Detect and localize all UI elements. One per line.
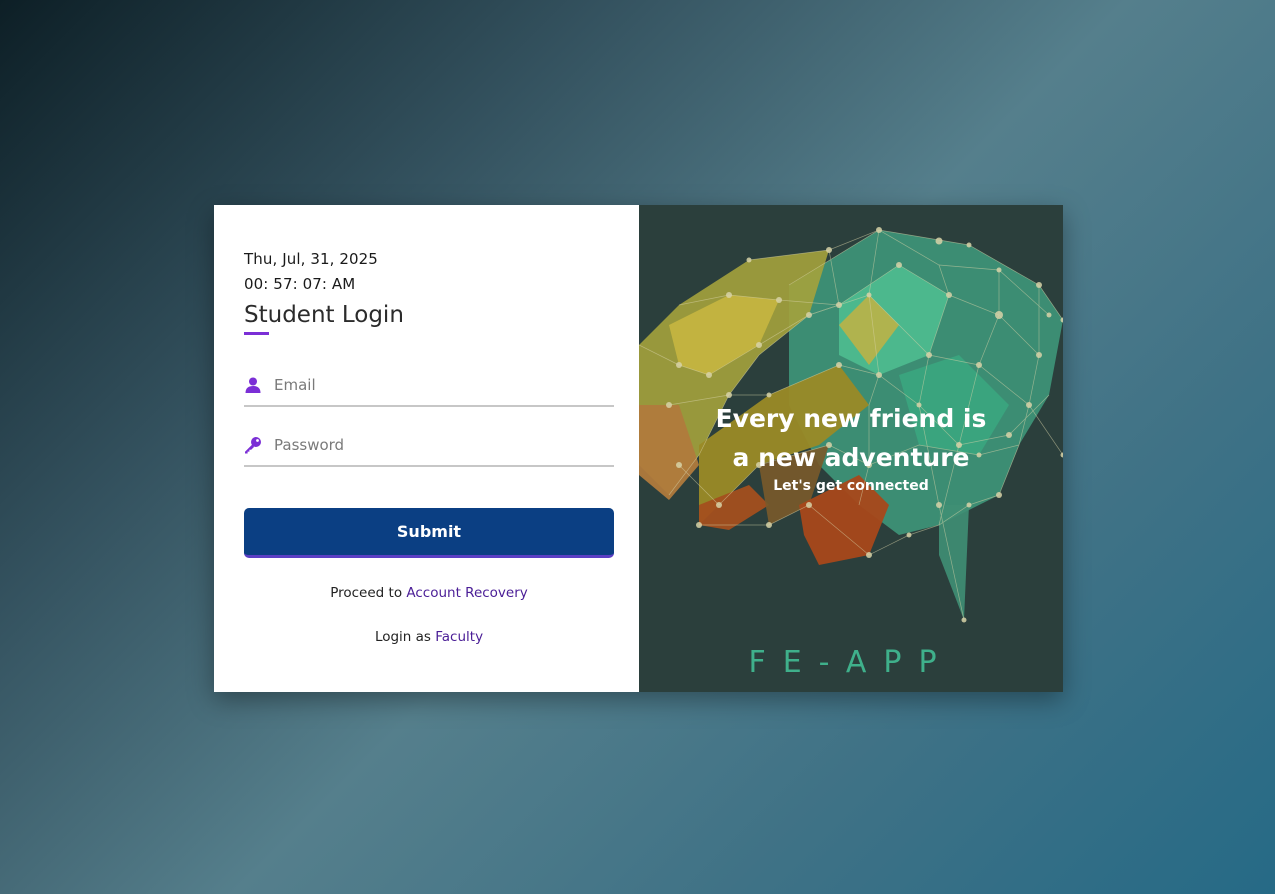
faculty-login-link[interactable]: Faculty bbox=[435, 629, 483, 645]
key-icon bbox=[244, 436, 262, 454]
user-icon bbox=[244, 376, 262, 394]
faculty-login-line: Login as Faculty bbox=[244, 629, 614, 645]
banner-headline: Every new friend is a new adventure bbox=[715, 404, 987, 472]
password-input[interactable] bbox=[274, 430, 604, 460]
login-panel: Thu, Jul, 31, 2025 00: 57: 07: AM Studen… bbox=[214, 205, 639, 692]
title-underline bbox=[244, 332, 269, 335]
current-time: 00: 57: 07: AM bbox=[244, 275, 356, 293]
email-field-wrapper bbox=[244, 365, 614, 407]
account-recovery-link[interactable]: Account Recovery bbox=[406, 585, 527, 601]
recovery-prefix: Proceed to bbox=[330, 585, 407, 601]
faculty-prefix: Login as bbox=[374, 629, 436, 645]
account-recovery-line: Proceed to Account Recovery bbox=[244, 585, 614, 601]
banner-subline: Let's get connected bbox=[773, 478, 929, 494]
page-title: Student Login bbox=[244, 302, 404, 328]
current-date: Thu, Jul, 31, 2025 bbox=[244, 250, 378, 268]
banner-panel: Every new friend is a new adventure Let'… bbox=[639, 205, 1063, 692]
login-card: Thu, Jul, 31, 2025 00: 57: 07: AM Studen… bbox=[214, 205, 1063, 692]
password-field-wrapper bbox=[244, 425, 614, 467]
email-input[interactable] bbox=[274, 370, 604, 400]
brand-logo-text: FE-APP bbox=[748, 645, 954, 680]
submit-button[interactable]: Submit bbox=[244, 508, 614, 558]
